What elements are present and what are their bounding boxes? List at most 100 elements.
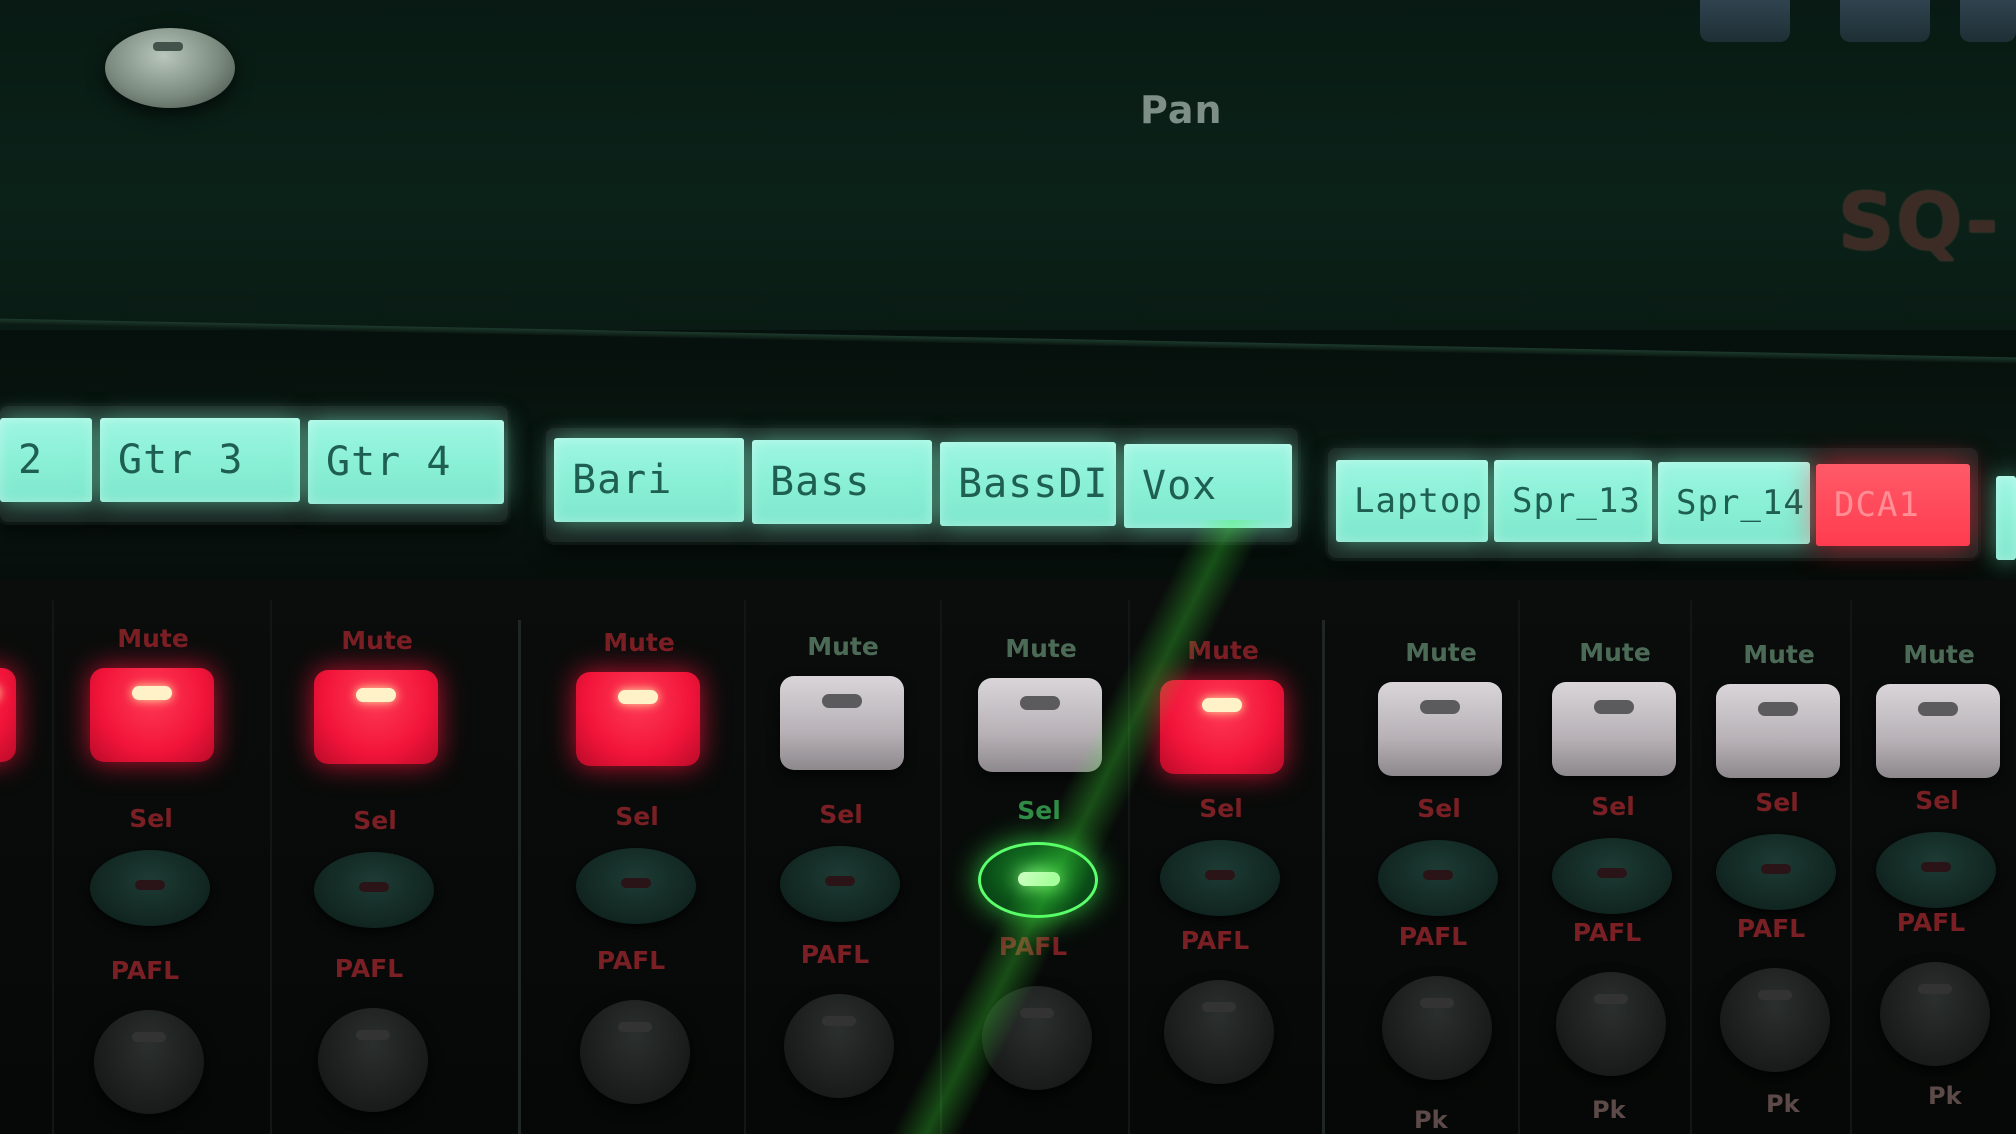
pafl-led <box>822 1016 856 1026</box>
pafl-button[interactable] <box>982 986 1092 1090</box>
top-panel: Pan SQ- <box>0 0 2016 330</box>
channel-divider <box>1518 600 1520 1134</box>
mute-button[interactable] <box>1552 682 1676 776</box>
mute-label: Mute <box>1903 640 1975 669</box>
select-button[interactable] <box>1716 834 1836 910</box>
pafl-button[interactable] <box>1556 972 1666 1076</box>
top-button[interactable] <box>1840 0 1930 42</box>
top-button[interactable] <box>1700 0 1790 42</box>
select-led <box>135 880 165 890</box>
pafl-led <box>1918 984 1952 994</box>
mute-button[interactable] <box>0 668 16 762</box>
channel-divider <box>270 600 272 1134</box>
mute-button[interactable] <box>780 676 904 770</box>
channel-divider <box>1128 600 1130 1134</box>
select-led <box>1205 870 1235 880</box>
sel-label: Sel <box>615 802 659 831</box>
channel-name-display: Gtr 3 <box>100 418 300 502</box>
select-button[interactable] <box>576 848 696 924</box>
sel-label: Sel <box>1017 796 1061 825</box>
pafl-button[interactable] <box>318 1008 428 1112</box>
dca-name-display: DCA1 <box>1816 464 1970 546</box>
bank-divider <box>1322 620 1325 1134</box>
mute-button[interactable] <box>314 670 438 764</box>
select-led <box>359 882 389 892</box>
select-led <box>621 878 651 888</box>
peak-label: Pk <box>1766 1090 1800 1118</box>
sel-label: Sel <box>1915 786 1959 815</box>
mute-label: Mute <box>117 624 189 653</box>
rotary-knob[interactable] <box>105 28 235 108</box>
mute-led <box>1758 702 1798 716</box>
select-button[interactable] <box>314 852 434 928</box>
pafl-label: PAFL <box>1736 914 1806 943</box>
lcd-bank-2: Bari Bass BassDI Vox <box>546 428 1298 542</box>
select-led <box>1761 864 1791 874</box>
channel-name-display: Laptop <box>1336 460 1488 542</box>
pafl-button[interactable] <box>1720 968 1830 1072</box>
pafl-label: PAFL <box>1180 926 1250 955</box>
mute-button[interactable] <box>1160 680 1284 774</box>
select-led <box>1597 868 1627 878</box>
select-button[interactable] <box>780 846 900 922</box>
mute-label: Mute <box>341 626 413 655</box>
mute-label: Mute <box>1579 638 1651 667</box>
select-button[interactable] <box>90 850 210 926</box>
mute-led <box>618 690 658 704</box>
mute-led <box>1594 700 1634 714</box>
channel-divider <box>1850 600 1852 1134</box>
pafl-button[interactable] <box>1880 962 1990 1066</box>
pafl-label: PAFL <box>998 932 1068 961</box>
select-led <box>1423 870 1453 880</box>
pafl-button[interactable] <box>580 1000 690 1104</box>
pafl-led <box>1202 1002 1236 1012</box>
mute-button[interactable] <box>90 668 214 762</box>
pafl-led <box>356 1030 390 1040</box>
select-button[interactable] <box>1378 840 1498 916</box>
pafl-led <box>1758 990 1792 1000</box>
pan-label: Pan <box>1140 88 1223 132</box>
mute-button[interactable] <box>1876 684 2000 778</box>
pafl-led <box>1594 994 1628 1004</box>
mute-label: Mute <box>1187 636 1259 665</box>
mute-led <box>1420 700 1460 714</box>
pafl-button[interactable] <box>94 1010 204 1114</box>
mixing-console-photo: Pan SQ- 2 Gtr 3 Gtr 4 Bari Bass BassDI V… <box>0 0 2016 1134</box>
sel-label: Sel <box>1591 792 1635 821</box>
pafl-button[interactable] <box>1164 980 1274 1084</box>
top-button[interactable] <box>1960 0 2016 42</box>
mute-button[interactable] <box>1716 684 1840 778</box>
pafl-led <box>1020 1008 1054 1018</box>
select-button[interactable] <box>1552 838 1672 914</box>
knob-indicator <box>153 42 183 51</box>
mute-led <box>132 686 172 700</box>
select-button[interactable] <box>978 842 1098 918</box>
sel-label: Sel <box>353 806 397 835</box>
channel-name-display: 2 <box>0 418 92 502</box>
mute-button[interactable] <box>1378 682 1502 776</box>
mute-label: Mute <box>807 632 879 661</box>
channel-divider <box>52 600 54 1134</box>
mute-button[interactable] <box>576 672 700 766</box>
pafl-label: PAFL <box>334 954 404 983</box>
select-button[interactable] <box>1160 840 1280 916</box>
mute-led <box>1918 702 1958 716</box>
pafl-label: PAFL <box>596 946 666 975</box>
channel-divider <box>940 600 942 1134</box>
channel-name-display: Bass <box>752 440 932 524</box>
bank-divider <box>518 620 521 1134</box>
lcd-bank-1: 2 Gtr 3 Gtr 4 <box>0 406 508 522</box>
sel-label: Sel <box>1199 794 1243 823</box>
pafl-led <box>1420 998 1454 1008</box>
sel-label: Sel <box>129 804 173 833</box>
pafl-button[interactable] <box>1382 976 1492 1080</box>
mute-button[interactable] <box>978 678 1102 772</box>
channel-name-display: Vox <box>1124 444 1292 528</box>
lcd-bank-3: Laptop Spr_13 Spr_14 DCA1 <box>1328 448 1978 558</box>
pafl-label: PAFL <box>1398 922 1468 951</box>
select-button[interactable] <box>1876 832 1996 908</box>
pafl-led <box>132 1032 166 1042</box>
select-led <box>825 876 855 886</box>
pafl-button[interactable] <box>784 994 894 1098</box>
mute-led <box>822 694 862 708</box>
